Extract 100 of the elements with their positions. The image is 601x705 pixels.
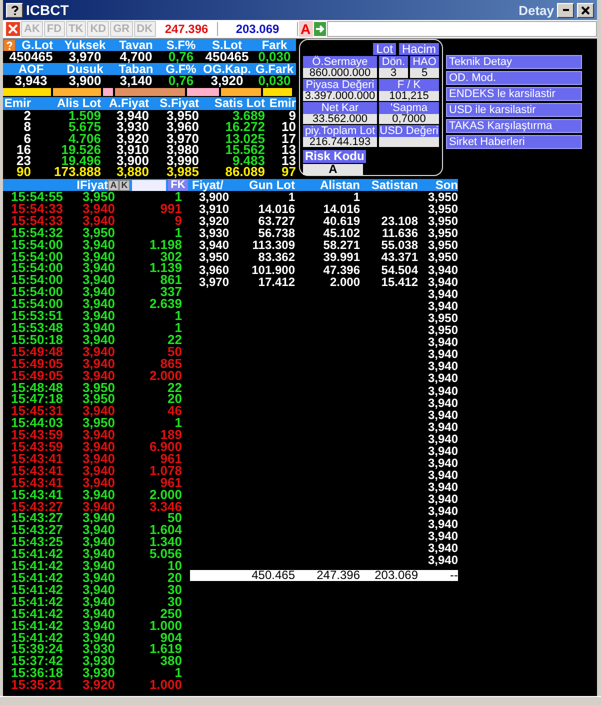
depth-cell-text: 13 [280,155,296,166]
last-price: 3,950 [426,191,458,204]
depth-cell-text: 3,880 [115,166,149,178]
depth-cell-text: 13 [280,144,296,156]
depth-cell-text: 90 [16,166,31,178]
column-header: Satistan [370,179,418,191]
trade-time: 15:54:00 [11,274,64,286]
trade-price: 3,940 [81,429,115,442]
buy-total: 203.069 [218,22,298,36]
column-header: A.Fiyat [108,97,149,110]
depth-cell-text: 23 [16,155,31,166]
filter-toggle[interactable]: A [108,180,119,190]
stat-value: 3,920 [210,75,244,87]
last-price: 3,940 [426,396,458,409]
trade-lot: 46 [166,405,182,418]
trade-lot: 250 [160,608,182,620]
trade-lot: 861 [160,274,182,286]
trade-time: 15:54:33 [11,202,64,215]
arrow-right-icon[interactable] [314,22,326,36]
trade-time: 15:41:42 [11,548,64,560]
trade-time: 15:41:42 [11,632,64,644]
info-value: 33.562.000 [303,114,377,124]
trade-price: 3,940 [81,310,115,322]
trade-price: 3,940 [81,572,115,584]
column-header: G.Fark [254,63,294,75]
filter-toggle[interactable]: K [119,180,130,190]
minimize-button[interactable] [557,2,574,18]
trade-time: 15:44:03 [11,417,64,430]
action-button[interactable]: TAKAS Karşılaştırma [446,119,582,133]
info-label: USD Değeri [379,125,439,137]
trade-lot: 10 [168,560,182,572]
last-price: 3,940 [426,384,458,397]
trade-lot: 1 [174,667,182,680]
trade-time: 15:43:27 [11,500,64,512]
trade-price: 3,940 [81,488,115,501]
help-icon[interactable] [4,40,15,50]
trade-lot: 961 [160,452,182,465]
column-header: Gun Lot [248,179,295,191]
table-cell-text: 23.108 [380,215,418,228]
filter-field[interactable] [132,180,166,190]
price-cell-text: 3,970 [198,276,230,288]
trade-lot: 865 [160,358,182,370]
trade-lot: 961 [160,476,182,489]
column-header: S.Fiyat [158,97,199,110]
close-icon [581,6,590,14]
last-price: 3,940 [426,505,458,518]
empty-value [379,137,439,147]
trade-lot: 337 [160,286,182,298]
depth-cell-text: 3,940 [116,110,149,122]
trade-price: 3,940 [81,405,115,418]
action-button[interactable]: Sirket Haberleri [446,135,582,149]
trade-price: 3,940 [81,620,115,632]
table-cell-text: 1 [287,191,295,204]
info-value: 3.397.000.000 [303,91,377,101]
toggle-button[interactable]: Hacim [398,43,439,55]
info-label: piy.Toplam Lot [303,125,377,137]
trade-time: 15:54:55 [11,191,64,203]
toggle-button[interactable]: Lot [373,43,396,55]
trade-price: 3,940 [81,452,115,465]
trade-time: 15:41:42 [11,620,64,632]
input-field[interactable] [326,21,597,37]
last-price: 3,940 [426,300,458,312]
question-icon [10,5,18,15]
trade-price: 3,920 [81,679,115,692]
action-button[interactable]: OD. Mod. [446,71,582,85]
trade-time: 15:43:41 [11,488,64,501]
trade-price: 3,930 [81,643,115,656]
trade-lot: 380 [160,655,182,668]
last-price: 3,940 [426,276,458,288]
depth-cell-text: 19.496 [61,155,101,166]
table-cell-text: 113.309 [251,239,295,252]
trade-time: 15:54:00 [11,250,64,262]
column-header: Fiyat/ [191,179,224,191]
trade-lot: 50 [168,512,182,524]
depth-cell-text: 4.706 [68,132,101,144]
table-cell-text: 55.038 [380,239,418,252]
depth-cell-text: 97 [280,166,296,178]
depth-cell-text: 9 [288,110,296,122]
action-button[interactable]: USD ile karsilastir [446,103,582,117]
total-value: -- [449,570,458,581]
trade-time: 15:47:18 [11,393,64,406]
depth-cell-text: 3,960 [165,121,199,133]
last-price: 3,940 [426,348,458,360]
trade-lot: 3.346 [148,500,182,512]
close-button[interactable] [577,2,594,18]
trade-lot: 22 [166,334,182,346]
trade-time: 15:49:05 [11,358,64,370]
trade-lot: 1 [174,310,182,322]
help-button[interactable] [6,2,23,18]
trade-time: 15:43:27 [11,524,64,536]
action-button[interactable]: ENDEKS le karsilastir [446,87,582,101]
action-button[interactable]: Teknik Detay [446,55,582,69]
close-icon[interactable] [6,22,20,36]
table-cell-text: 39.991 [322,251,360,264]
depth-cell-text: 3,930 [115,121,149,133]
last-price: 3,940 [426,518,458,530]
depth-cell-text: 6 [24,132,31,144]
filter-button[interactable]: FK [168,179,188,191]
trade-price: 3,950 [82,191,115,203]
trade-time: 15:54:33 [11,214,64,227]
